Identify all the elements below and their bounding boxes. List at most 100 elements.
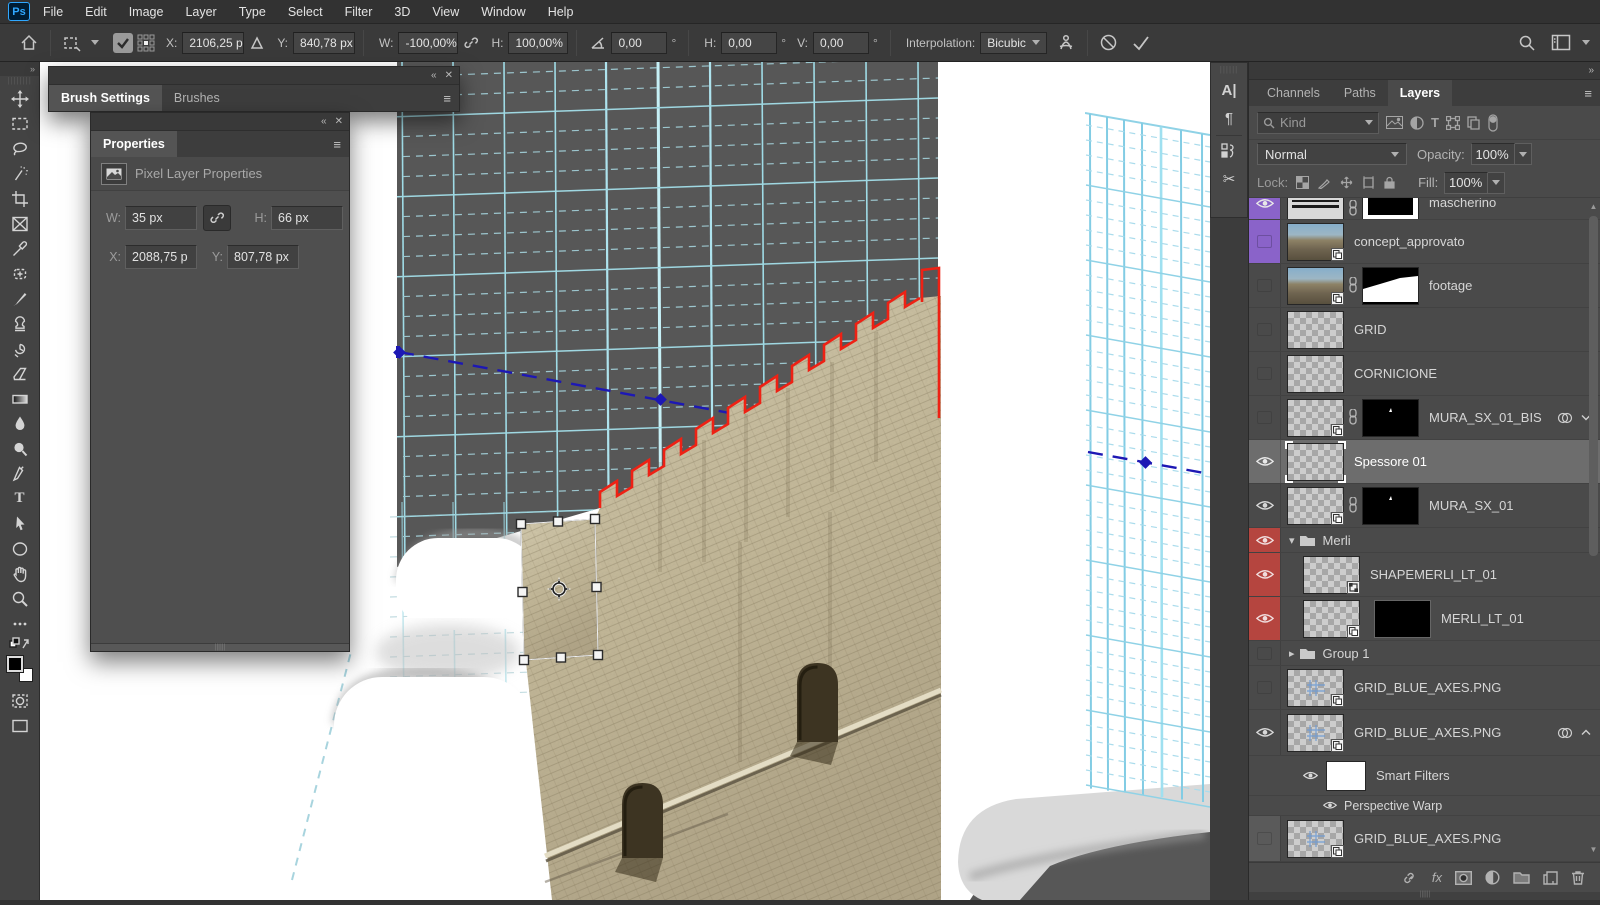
layer-name[interactable]: MERLI_LT_01 (1441, 611, 1524, 626)
link-layers-icon[interactable] (1402, 871, 1419, 885)
screen-mode-icon[interactable] (4, 713, 36, 738)
filter-type-layers-icon[interactable]: T (1431, 115, 1439, 130)
blend-mode-select[interactable]: Normal (1257, 143, 1407, 165)
new-group-icon[interactable] (1513, 871, 1530, 884)
add-mask-icon[interactable] (1455, 871, 1472, 885)
tab-layers[interactable]: Layers (1388, 80, 1452, 106)
layer-name[interactable]: GRID_BLUE_AXES.PNG (1354, 680, 1501, 695)
glyphs-panel-icon[interactable] (1221, 137, 1237, 165)
layer-name[interactable]: footage (1429, 278, 1472, 293)
adjustment-thumbnail[interactable] (1287, 198, 1344, 220)
rectangular-marquee-tool[interactable] (4, 111, 36, 136)
layers-scrollbar[interactable]: ▲ ▼ (1589, 202, 1598, 862)
eraser-tool[interactable] (4, 361, 36, 386)
fill-input[interactable]: 100% (1444, 172, 1488, 194)
prop-height-input[interactable]: 66 px (271, 206, 343, 230)
opacity-dropdown-icon[interactable] (1515, 143, 1532, 165)
visibility-toggle[interactable] (1249, 264, 1281, 307)
smart-filters-row[interactable]: Smart Filters (1249, 756, 1600, 796)
workspace-chevron-icon[interactable] (1582, 40, 1590, 45)
expand-dock-icon[interactable]: » (1588, 65, 1594, 76)
layer-thumbnail[interactable] (1287, 399, 1344, 437)
layer-row[interactable]: CORNICIONE (1249, 352, 1600, 396)
foreground-color-swatch[interactable] (7, 656, 23, 672)
layer-thumbnail[interactable] (1287, 669, 1344, 707)
layer-thumbnail[interactable] (1287, 311, 1344, 349)
menu-window[interactable]: Window (472, 1, 534, 23)
visibility-toggle[interactable] (1249, 440, 1281, 483)
close-panel-icon[interactable]: ✕ (445, 70, 453, 81)
tab-brush-settings[interactable]: Brush Settings (49, 85, 162, 111)
scissors-tools-icon[interactable]: ✂ (1223, 165, 1236, 193)
type-tool[interactable]: T (4, 486, 36, 511)
visibility-toggle[interactable] (1249, 352, 1281, 395)
layer-thumbnail[interactable] (1303, 556, 1360, 594)
zoom-tool[interactable] (4, 586, 36, 611)
layer-name[interactable]: GRID_BLUE_AXES.PNG (1354, 831, 1501, 846)
prop-width-input[interactable]: 35 px (125, 206, 197, 230)
panel-resize-handle[interactable]: |||||| (1249, 892, 1600, 900)
height-input[interactable]: 100,00% (508, 32, 568, 54)
group-expand-icon[interactable]: ▾ (1289, 534, 1295, 547)
layer-name[interactable]: GRID (1354, 322, 1387, 337)
group-expand-icon[interactable]: ▸ (1289, 647, 1295, 660)
visibility-toggle[interactable] (1249, 816, 1281, 861)
menu-type[interactable]: Type (230, 1, 275, 23)
menu-help[interactable]: Help (539, 1, 583, 23)
more-tools-icon[interactable] (4, 611, 36, 636)
x-input[interactable]: 2106,25 p (182, 32, 244, 54)
tab-brushes[interactable]: Brushes (162, 85, 232, 111)
width-input[interactable]: -100,00% (398, 32, 458, 54)
fill-dropdown-icon[interactable] (1488, 172, 1505, 194)
collapse-tools-icon[interactable]: » (0, 62, 39, 76)
menu-3d[interactable]: 3D (385, 1, 419, 23)
layer-row[interactable]: SHAPEMERLI_LT_01 (1249, 553, 1600, 597)
layer-thumbnail[interactable] (1287, 223, 1344, 261)
prop-y-input[interactable]: 807,78 px (227, 245, 299, 269)
transform-tool-icon[interactable] (59, 30, 85, 56)
layer-name[interactable]: MURA_SX_01 (1429, 498, 1514, 513)
new-layer-icon[interactable] (1543, 871, 1558, 885)
dodge-tool[interactable] (4, 436, 36, 461)
filter-entry-row[interactable]: Perspective Warp (1249, 796, 1600, 816)
exchange-colors-icon[interactable] (4, 636, 36, 652)
lasso-tool[interactable] (4, 136, 36, 161)
filter-mask-thumbnail[interactable] (1326, 761, 1366, 791)
delete-layer-icon[interactable] (1571, 870, 1585, 885)
pen-tool[interactable] (4, 461, 36, 486)
filter-smart-objects-icon[interactable] (1467, 116, 1480, 130)
transform-tool-chevron-icon[interactable] (91, 40, 99, 45)
layer-thumbnail[interactable] (1287, 487, 1344, 525)
filter-kind-select[interactable]: Kind (1257, 112, 1379, 134)
visibility-toggle[interactable] (1249, 710, 1281, 755)
eyedropper-tool[interactable] (4, 236, 36, 261)
layer-row[interactable]: concept_approvato (1249, 220, 1600, 264)
clone-stamp-tool[interactable] (4, 311, 36, 336)
close-panel-icon[interactable]: ✕ (335, 116, 343, 127)
visibility-toggle[interactable] (1249, 308, 1281, 351)
visibility-toggle[interactable] (1249, 553, 1281, 596)
lock-artboard-icon[interactable] (1362, 176, 1375, 189)
tab-channels[interactable]: Channels (1255, 80, 1332, 106)
panel-menu-icon[interactable]: ≡ (333, 137, 341, 152)
menu-file[interactable]: File (34, 1, 72, 23)
visibility-toggle[interactable] (1249, 528, 1281, 552)
layer-name[interactable]: MURA_SX_01_BIS (1429, 410, 1542, 425)
layer-row[interactable]: mascherino (1249, 198, 1600, 220)
hskew-input[interactable]: 0,00 (721, 32, 777, 54)
character-panel-icon[interactable]: A| (1221, 76, 1236, 104)
scroll-down-icon[interactable]: ▼ (1589, 845, 1598, 854)
lock-transparency-icon[interactable] (1296, 176, 1309, 189)
layer-row[interactable]: GRID_BLUE_AXES.PNG (1249, 710, 1600, 756)
collapse-panel-icon[interactable]: « (431, 70, 437, 81)
commit-transform-icon[interactable] (1128, 30, 1154, 56)
menu-select[interactable]: Select (279, 1, 332, 23)
visibility-toggle[interactable] (1249, 396, 1281, 439)
layer-thumbnail[interactable] (1287, 355, 1344, 393)
layer-thumbnail[interactable] (1303, 600, 1360, 638)
scrollbar-thumb[interactable] (1589, 216, 1598, 556)
warp-mode-icon[interactable] (1053, 30, 1079, 56)
filter-shape-layers-icon[interactable] (1446, 116, 1460, 130)
layer-row[interactable]: GRID_BLUE_AXES.PNG (1249, 816, 1600, 862)
filter-toggle-pill[interactable] (1487, 114, 1499, 132)
